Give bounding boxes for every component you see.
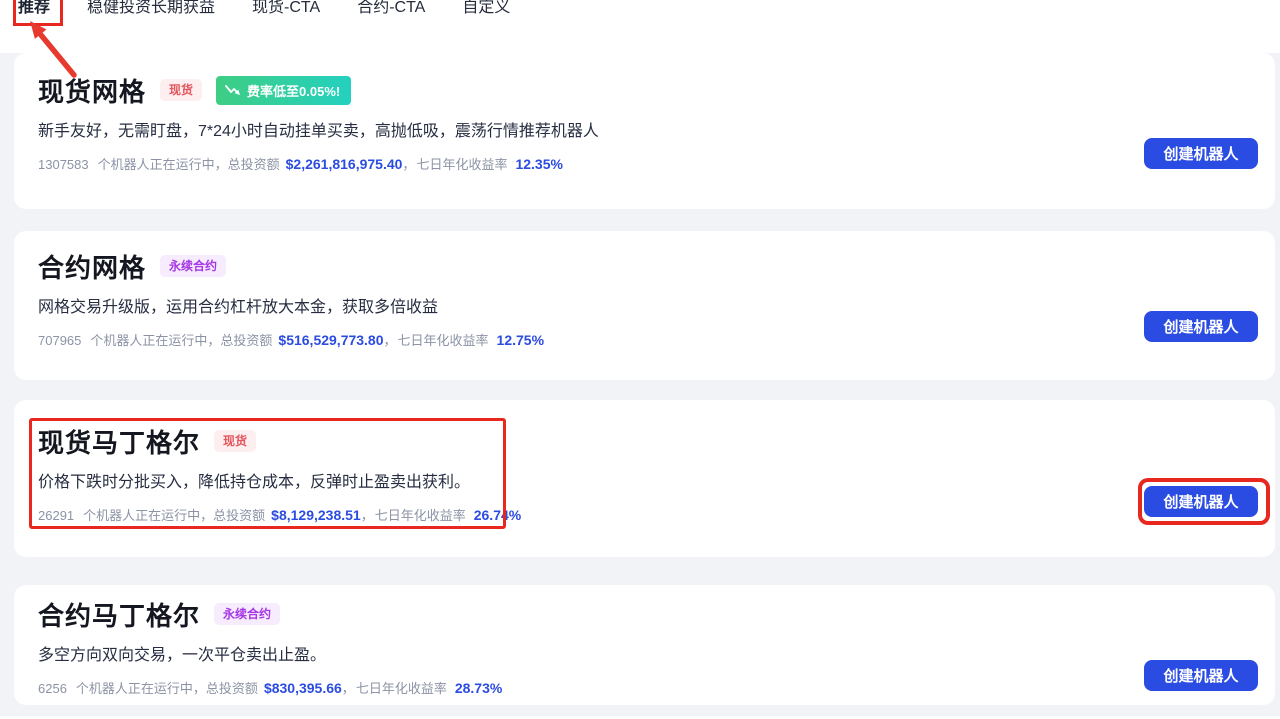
bot-list: 现货网格 现货 费率低至0.05%! 新手友好，无需盯盘，7*24小时自动挂单买… — [0, 53, 1280, 716]
tab-futures-cta[interactable]: 合约-CTA — [357, 0, 425, 19]
tab-spot-cta[interactable]: 现货-CTA — [252, 0, 320, 19]
apr-label: 七日年化收益率 — [375, 508, 466, 523]
perpetual-badge: 永续合约 — [214, 603, 280, 625]
card-stats: 26291 个机器人正在运行中，总投资额 $8,129,238.51，七日年化收益率… — [38, 506, 1275, 525]
create-bot-button-spot-martingale[interactable]: 创建机器人 — [1144, 486, 1258, 517]
card-description: 网格交易升级版，运用合约杠杆放大本金，获取多倍收益 — [38, 297, 1275, 319]
card-title-row: 现货网格 现货 费率低至0.05%! — [38, 73, 1275, 107]
tab-recommended[interactable]: 推荐 — [18, 0, 50, 19]
total-investment: $830,395.66 — [264, 680, 342, 696]
trending-down-icon — [225, 83, 241, 97]
fee-promo-badge: 费率低至0.05%! — [216, 76, 351, 105]
strategy-tabbar: 推荐 稳健投资长期获益 现货-CTA 合约-CTA 自定义 — [0, 0, 1280, 19]
card-title: 合约马丁格尔 — [38, 596, 200, 633]
apr-value: 28.73% — [455, 680, 502, 696]
total-investment: $516,529,773.80 — [278, 332, 383, 348]
running-label: 个机器人正在运行中，总投资额 — [83, 508, 265, 523]
apr-value: 12.75% — [497, 332, 544, 348]
create-bot-button-futures-grid[interactable]: 创建机器人 — [1144, 311, 1258, 342]
separator: ， — [342, 681, 355, 696]
card-title: 现货马丁格尔 — [38, 423, 200, 460]
card-title: 现货网格 — [38, 72, 146, 109]
create-bot-button-spot-grid[interactable]: 创建机器人 — [1144, 138, 1258, 169]
card-description: 价格下跌时分批买入，降低持仓成本，反弹时止盈卖出获利。 — [38, 472, 1275, 494]
separator: ， — [402, 157, 415, 172]
running-count: 1307583 — [38, 157, 89, 172]
card-title-row: 合约网格 永续合约 — [38, 249, 1275, 283]
running-count: 6256 — [38, 681, 67, 696]
spot-badge: 现货 — [214, 430, 256, 452]
apr-label: 七日年化收益率 — [416, 157, 507, 172]
perpetual-badge: 永续合约 — [160, 255, 226, 277]
running-label: 个机器人正在运行中，总投资额 — [90, 333, 272, 348]
running-count: 707965 — [38, 333, 81, 348]
running-label: 个机器人正在运行中，总投资额 — [76, 681, 258, 696]
running-count: 26291 — [38, 508, 74, 523]
card-description: 新手友好，无需盯盘，7*24小时自动挂单买卖，高抛低吸，震荡行情推荐机器人 — [38, 121, 1275, 143]
running-label: 个机器人正在运行中，总投资额 — [98, 157, 280, 172]
create-bot-button-futures-martingale[interactable]: 创建机器人 — [1144, 660, 1258, 691]
spot-badge: 现货 — [160, 79, 202, 101]
card-title-row: 合约马丁格尔 永续合约 — [38, 597, 1275, 631]
fee-promo-label: 费率低至0.05%! — [247, 81, 340, 100]
apr-label: 七日年化收益率 — [398, 333, 489, 348]
card-stats: 707965 个机器人正在运行中，总投资额 $516,529,773.80，七日年化… — [38, 331, 1275, 350]
card-title-row: 现货马丁格尔 现货 — [38, 424, 1275, 458]
separator: ， — [384, 333, 397, 348]
card-spot-martingale[interactable]: 现货马丁格尔 现货 价格下跌时分批买入，降低持仓成本，反弹时止盈卖出获利。 26… — [14, 400, 1275, 557]
card-futures-martingale[interactable]: 合约马丁格尔 永续合约 多空方向双向交易，一次平仓卖出止盈。 6256 个机器人正… — [14, 585, 1275, 705]
total-investment: $8,129,238.51 — [271, 507, 361, 523]
total-investment: $2,261,816,975.40 — [286, 156, 403, 172]
card-futures-grid[interactable]: 合约网格 永续合约 网格交易升级版，运用合约杠杆放大本金，获取多倍收益 7079… — [14, 231, 1275, 380]
apr-label: 七日年化收益率 — [356, 681, 447, 696]
card-stats: 1307583 个机器人正在运行中，总投资额 $2,261,816,975.40，七… — [38, 155, 1275, 174]
tab-custom[interactable]: 自定义 — [462, 0, 510, 19]
card-description: 多空方向双向交易，一次平仓卖出止盈。 — [38, 645, 1275, 667]
separator: ， — [361, 508, 374, 523]
card-title: 合约网格 — [38, 248, 146, 285]
card-spot-grid[interactable]: 现货网格 现货 费率低至0.05%! 新手友好，无需盯盘，7*24小时自动挂单买… — [14, 53, 1275, 209]
card-stats: 6256 个机器人正在运行中，总投资额 $830,395.66，七日年化收益率 28.… — [38, 679, 1275, 698]
tab-header: 推荐 稳健投资长期获益 现货-CTA 合约-CTA 自定义 — [0, 0, 1280, 53]
tab-steady-invest[interactable]: 稳健投资长期获益 — [87, 0, 215, 19]
apr-value: 12.35% — [515, 156, 562, 172]
apr-value: 26.74% — [474, 507, 521, 523]
